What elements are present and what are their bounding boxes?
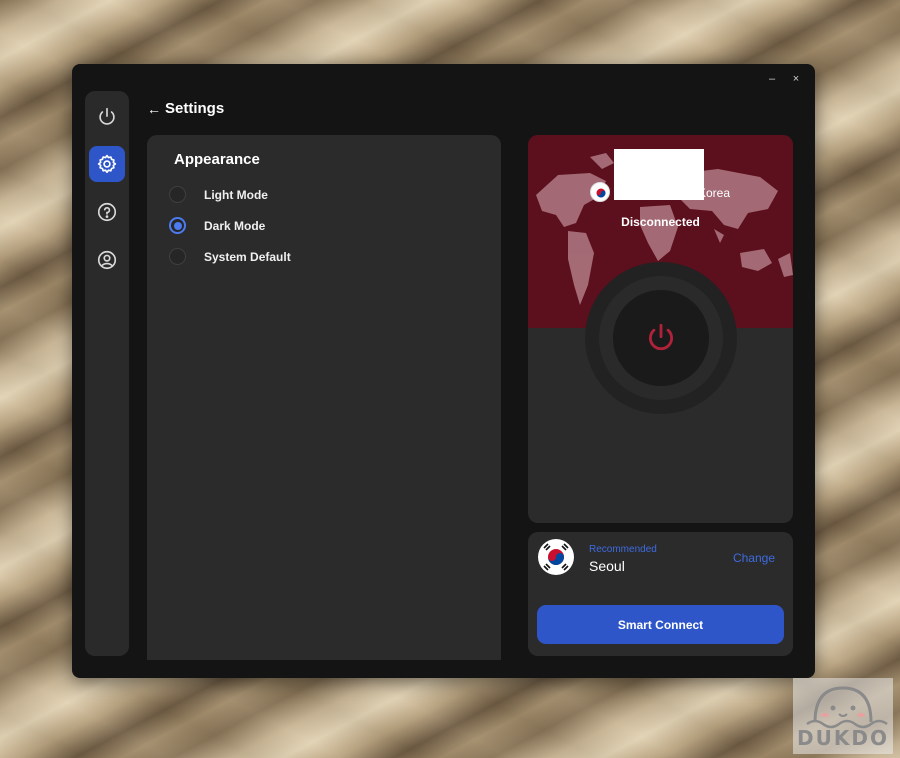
smart-connect-button[interactable]: Smart Connect (537, 605, 784, 644)
account-icon (97, 250, 117, 270)
watermark-text: DUKDO (797, 726, 889, 750)
close-button[interactable]: × (791, 73, 801, 85)
sidebar-item-help[interactable] (89, 194, 125, 230)
power-icon (99, 107, 115, 125)
recommended-label: Recommended (589, 544, 657, 555)
server-panel: Recommended Seoul Change Smart Connect (528, 532, 793, 656)
option-label: Light Mode (204, 187, 268, 202)
sidebar-item-connect[interactable] (89, 99, 125, 135)
help-icon (97, 202, 117, 222)
power-button-frame (585, 262, 737, 414)
location-text: Korea (698, 186, 731, 200)
app-window: – × ← Settings Appearance Light Mode Dar… (72, 64, 815, 678)
page-title: ← Settings (147, 100, 224, 117)
appearance-panel: Appearance Light Mode Dark Mode System D… (147, 135, 501, 660)
connection-status: Disconnected (621, 215, 700, 229)
radio-selected-dot (173, 221, 182, 230)
sidebar (85, 91, 129, 656)
flag-korea-icon (590, 182, 610, 202)
power-icon (648, 323, 674, 351)
window-controls: – × (767, 73, 801, 85)
option-light-mode[interactable]: Light Mode (169, 186, 268, 203)
change-server-link[interactable]: Change (733, 551, 775, 565)
option-dark-mode[interactable]: Dark Mode (169, 217, 265, 234)
redacted-area (614, 149, 704, 200)
radio-light-mode[interactable] (169, 186, 186, 203)
section-title: Appearance (174, 151, 260, 168)
back-arrow-icon[interactable]: ← (147, 101, 161, 117)
radio-dark-mode[interactable] (169, 217, 186, 234)
watermark-logo: DUKDO (793, 678, 893, 754)
gear-icon (97, 154, 117, 174)
connection-panel: Korea Disconnected (528, 135, 793, 523)
power-button[interactable] (613, 290, 709, 386)
radio-system-default[interactable] (169, 248, 186, 265)
minimize-button[interactable]: – (767, 73, 777, 85)
sidebar-item-account[interactable] (89, 242, 125, 278)
flag-korea-icon (538, 539, 574, 575)
page-title-text: Settings (165, 100, 225, 117)
option-label: Dark Mode (204, 218, 266, 233)
power-button-ring (599, 276, 723, 400)
sidebar-item-settings[interactable] (89, 146, 125, 182)
option-system-default[interactable]: System Default (169, 248, 291, 265)
mascot-icon (806, 686, 888, 729)
server-city: Seoul (589, 558, 625, 574)
option-label: System Default (204, 249, 291, 264)
